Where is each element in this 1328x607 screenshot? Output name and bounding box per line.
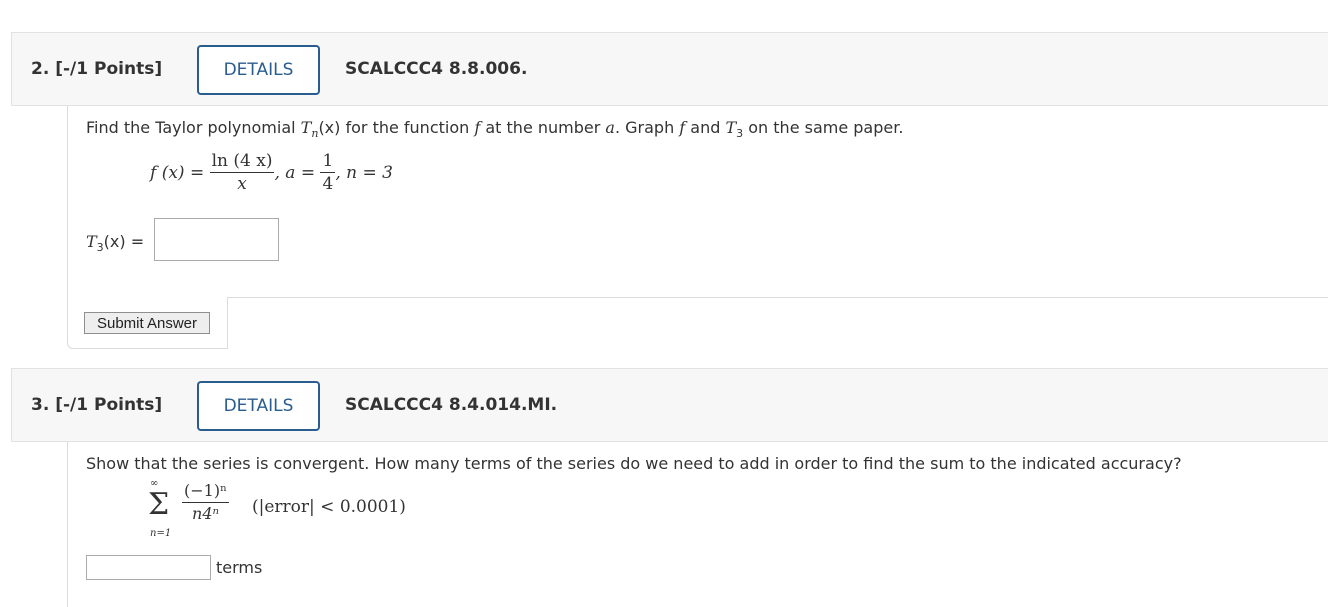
question-2-answer-label: T3(x) =: [86, 232, 145, 254]
question-2-header: 2. [-/1 Points] DETAILS SCALCCC4 8.8.006…: [11, 32, 1328, 106]
question-3-points: 3. [-/1 Points]: [31, 395, 163, 415]
series-expression: ∞ Σ n=1 (−1)ⁿ n4ⁿ (|error| < 0.0001): [148, 476, 428, 548]
question-3-prompt: Show that the series is convergent. How …: [86, 454, 1182, 473]
question-2-prompt: Find the Taylor polynomial Tn(x) for the…: [86, 118, 904, 140]
series-term-fraction: (−1)ⁿ n4ⁿ: [182, 481, 229, 523]
question-2-details-button[interactable]: DETAILS: [197, 45, 320, 95]
question-2-body-border: [67, 106, 68, 297]
question-2-points: 2. [-/1 Points]: [31, 59, 163, 79]
question-3-details-button[interactable]: DETAILS: [197, 381, 320, 431]
accuracy-condition: (|error| < 0.0001): [252, 497, 406, 517]
sum-symbol: Σ: [148, 487, 170, 522]
submit-answer-button[interactable]: Submit Answer: [84, 312, 210, 334]
question-3-body-border: [67, 442, 68, 607]
question-2-code: SCALCCC4 8.8.006.: [345, 59, 528, 79]
question-2-formula: f (x) = ln (4 x) x , a = 1 4 , n = 3: [150, 151, 393, 194]
function-fraction: ln (4 x) x: [209, 151, 275, 194]
divider-line: [228, 297, 1328, 298]
terms-label: terms: [216, 558, 263, 577]
a-fraction: 1 4: [320, 151, 336, 194]
question-2-answer-input[interactable]: [154, 218, 279, 261]
question-3-code: SCALCCC4 8.4.014.MI.: [345, 395, 558, 415]
question-3-answer-input[interactable]: [86, 555, 211, 580]
question-3-header: 3. [-/1 Points] DETAILS SCALCCC4 8.4.014…: [11, 368, 1328, 442]
sum-lower-limit: n=1: [150, 528, 172, 539]
